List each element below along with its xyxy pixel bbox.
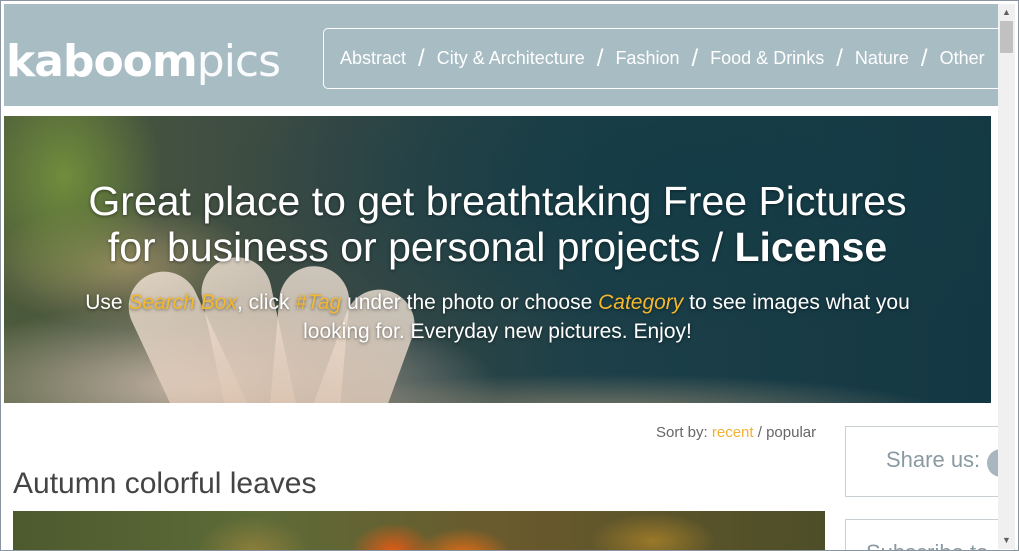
nav-separator: / bbox=[596, 44, 604, 72]
nav-item-nature[interactable]: Nature bbox=[855, 48, 909, 69]
sort-control: Sort by: recent / popular bbox=[656, 424, 816, 441]
nav-separator: / bbox=[418, 44, 425, 72]
logo-bold-text: kaboom bbox=[6, 36, 198, 87]
hero-title: Great place to get breathtaking Free Pic… bbox=[4, 178, 991, 270]
site-header: kaboompics Abstract / City & Architectur… bbox=[4, 4, 1018, 106]
nav-item-fashion[interactable]: Fashion bbox=[615, 48, 679, 69]
logo-light-text: pics bbox=[196, 36, 281, 87]
scroll-thumb[interactable] bbox=[1000, 21, 1013, 53]
vertical-scrollbar[interactable]: ▲ ▼ bbox=[998, 4, 1015, 549]
post-title[interactable]: Autumn colorful leaves bbox=[13, 467, 317, 501]
post-image[interactable] bbox=[13, 511, 825, 550]
sort-recent-link[interactable]: recent bbox=[712, 424, 754, 441]
nav-separator: / bbox=[691, 44, 699, 72]
sort-separator: / bbox=[753, 424, 767, 441]
license-link[interactable]: License bbox=[735, 224, 888, 270]
tag-highlight: #Tag bbox=[295, 291, 342, 314]
nav-separator: / bbox=[836, 44, 843, 72]
subscribe-label: Subscribe to bbox=[866, 540, 988, 550]
scroll-up-arrow-icon[interactable]: ▲ bbox=[998, 4, 1015, 21]
sort-label: Sort by: bbox=[656, 424, 712, 441]
nav-item-city-architecture[interactable]: City & Architecture bbox=[437, 48, 585, 69]
scroll-down-arrow-icon[interactable]: ▼ bbox=[998, 532, 1015, 549]
sort-popular-link[interactable]: popular bbox=[766, 424, 816, 441]
hero-banner: Great place to get breathtaking Free Pic… bbox=[4, 116, 991, 403]
hero-sub-text: Use bbox=[85, 291, 129, 314]
site-logo[interactable]: kaboompics bbox=[6, 32, 281, 92]
category-nav: Abstract / City & Architecture / Fashion… bbox=[323, 28, 1018, 89]
search-box-highlight: Search Box bbox=[128, 291, 237, 314]
share-box: Share us: bbox=[845, 426, 1015, 497]
hero-sub-text: , click bbox=[236, 291, 296, 314]
hero-sub-text: under the photo or choose bbox=[341, 291, 599, 314]
hero-title-line1: Great place to get breathtaking Free Pic… bbox=[88, 178, 907, 224]
browser-viewport: kaboompics Abstract / City & Architectur… bbox=[0, 0, 1019, 551]
hero-title-line2: for business or personal projects / Lice… bbox=[4, 224, 991, 270]
nav-item-abstract[interactable]: Abstract bbox=[340, 48, 406, 69]
category-highlight: Category bbox=[598, 291, 684, 314]
nav-item-food-drinks[interactable]: Food & Drinks bbox=[710, 48, 824, 69]
hero-subtitle: Use Search Box, click #Tag under the pho… bbox=[74, 288, 921, 346]
nav-item-other[interactable]: Other bbox=[940, 48, 985, 69]
subscribe-box: Subscribe to bbox=[845, 519, 1015, 550]
share-label: Share us: bbox=[886, 447, 981, 472]
nav-separator: / bbox=[920, 44, 928, 72]
hero-title-line2-text: for business or personal projects / bbox=[107, 224, 735, 270]
